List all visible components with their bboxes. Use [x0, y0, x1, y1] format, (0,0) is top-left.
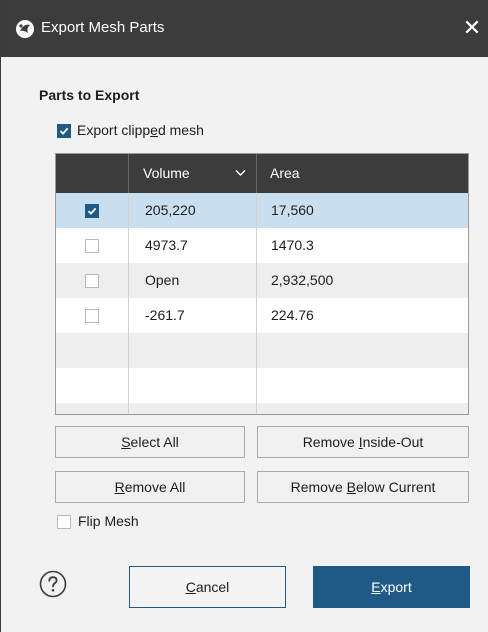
- parts-to-export-heading: Parts to Export: [39, 87, 140, 103]
- row-checkbox-cell: [56, 263, 129, 298]
- empty-row: [56, 368, 468, 403]
- row-checkbox-cell: [56, 298, 129, 333]
- app-icon: [16, 20, 34, 38]
- row-checkbox[interactable]: [85, 239, 99, 253]
- volume-column-header[interactable]: Volume: [129, 154, 257, 193]
- row-checkbox[interactable]: [85, 204, 99, 218]
- empty-cell: [129, 333, 257, 368]
- area-cell: 2,932,500: [271, 272, 334, 288]
- cancel-button[interactable]: Cancel: [129, 566, 286, 608]
- table-row[interactable]: -261.7 224.76: [56, 298, 468, 333]
- flip-mesh-checkbox[interactable]: [57, 515, 71, 529]
- select-all-button[interactable]: Select All: [55, 426, 245, 458]
- checkbox-column-header: [56, 154, 129, 193]
- help-icon[interactable]: [39, 570, 67, 598]
- remove-inside-out-button[interactable]: Remove Inside-Out: [257, 426, 469, 458]
- table-row[interactable]: Open 2,932,500: [56, 263, 468, 298]
- row-checkbox-cell: [56, 228, 129, 263]
- row-checkbox[interactable]: [85, 274, 99, 288]
- close-icon[interactable]: ✕: [459, 15, 485, 41]
- row-checkbox-cell: [56, 193, 129, 228]
- remove-below-current-button[interactable]: Remove Below Current: [257, 471, 469, 503]
- window-title: Export Mesh Parts: [41, 19, 165, 36]
- parts-table: Volume Area 205,220 17,560 4973.7 1470.3: [55, 153, 469, 415]
- title-bar: Export Mesh Parts ✕: [1, 0, 488, 57]
- empty-row: [56, 333, 468, 368]
- row-checkbox[interactable]: [85, 309, 99, 323]
- checkmark-icon: [87, 207, 97, 215]
- table-header: Volume Area: [56, 154, 468, 193]
- table-row[interactable]: 4973.7 1470.3: [56, 228, 468, 263]
- export-clipped-mesh-label[interactable]: Export clipped mesh: [77, 122, 204, 138]
- checkmark-icon: [59, 127, 69, 135]
- volume-cell: -261.7: [129, 298, 257, 333]
- flip-mesh-label[interactable]: Flip Mesh: [78, 513, 139, 529]
- export-mesh-parts-dialog: Export Mesh Parts ✕ Parts to Export Expo…: [0, 0, 488, 632]
- empty-cell: [129, 368, 257, 403]
- volume-header-label: Volume: [143, 165, 190, 181]
- empty-cell: [56, 333, 129, 368]
- area-cell: 224.76: [271, 307, 314, 323]
- area-header-label: Area: [270, 165, 300, 181]
- area-column-header[interactable]: Area: [257, 154, 468, 193]
- export-button[interactable]: Export: [313, 566, 470, 608]
- remove-all-button[interactable]: Remove All: [55, 471, 245, 503]
- empty-cell: [56, 403, 129, 414]
- area-cell: 17,560: [271, 202, 314, 218]
- chevron-down-icon: [235, 170, 246, 176]
- table-row[interactable]: 205,220 17,560: [56, 193, 468, 228]
- empty-row: [56, 403, 468, 414]
- export-clipped-mesh-checkbox[interactable]: [57, 124, 71, 138]
- volume-cell: 4973.7: [129, 228, 257, 263]
- volume-cell: 205,220: [129, 193, 257, 228]
- empty-cell: [56, 368, 129, 403]
- area-cell: 1470.3: [271, 237, 314, 253]
- empty-cell: [129, 403, 257, 414]
- volume-cell: Open: [129, 263, 257, 298]
